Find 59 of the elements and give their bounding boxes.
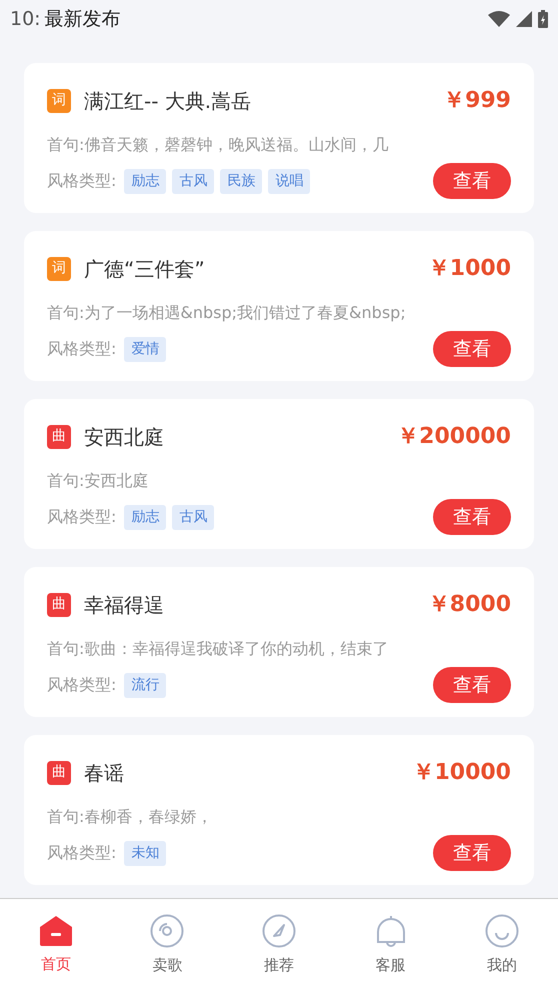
style-label: 风格类型: [47, 506, 116, 528]
price: ￥8000 [428, 591, 511, 619]
view-button[interactable]: 查看 [433, 499, 511, 535]
price: ￥999 [443, 87, 511, 115]
song-card[interactable]: 词 满江红-- 大典.嵩岳 ￥999 首句:佛音天籁，磬磬钟，晚风送福。山水间，几 风格类型: 励志 古风 民族 说唱 查看 [24, 63, 534, 213]
status-time: 10: [10, 6, 41, 32]
style-tag: 流行 [124, 672, 166, 698]
song-card[interactable]: 曲 春谣 ￥10000 首句:春柳香，春绿娇， 风格类型: 未知 查看 [24, 735, 534, 885]
type-badge: 曲 [47, 592, 71, 616]
battery-icon [538, 10, 548, 28]
style-tag: 励志 [124, 504, 166, 530]
type-badge: 曲 [47, 424, 71, 448]
style-label: 风格类型: [47, 842, 116, 864]
tab-item[interactable]: 客服 [334, 914, 446, 977]
price: ￥200000 [397, 423, 511, 451]
bell-icon [374, 914, 407, 948]
first-line-text: 首句:歌曲：幸福得逞我破译了你的动机，结束了 [47, 638, 390, 660]
song-title: 广德“三件套” [84, 256, 205, 282]
tab-item[interactable]: 卖歌 [112, 914, 224, 977]
wifi-icon [488, 11, 510, 27]
style-tag: 古风 [172, 504, 214, 530]
style-label: 风格类型: [47, 674, 116, 696]
view-button[interactable]: 查看 [433, 835, 511, 871]
home-icon [38, 915, 73, 948]
price: ￥10000 [412, 759, 511, 787]
song-title: 满江红-- 大典.嵩岳 [84, 88, 252, 114]
price: ￥1000 [428, 255, 511, 283]
style-tag: 说唱 [268, 168, 310, 194]
tab-item[interactable]: 推荐 [223, 914, 335, 977]
song-title: 幸福得逞 [84, 592, 164, 618]
style-tag: 古风 [172, 168, 214, 194]
song-card[interactable]: 曲 幸福得逞 ￥8000 首句:歌曲：幸福得逞我破译了你的动机，结束了 风格类型: 流行 查看 [24, 567, 534, 717]
first-line-text: 首句:安西北庭 [47, 470, 150, 492]
song-title: 安西北庭 [84, 424, 164, 450]
type-badge: 曲 [47, 760, 71, 784]
first-line-text: 首句:佛音天籁，磬磬钟，晚风送福。山水间，几 [47, 134, 390, 156]
tab-item[interactable]: 首页 [0, 915, 112, 976]
song-card[interactable]: 曲 安西北庭 ￥200000 首句:安西北庭 风格类型: 励志 古风 查看 [24, 399, 534, 549]
view-button[interactable]: 查看 [433, 331, 511, 367]
song-title: 春谣 [84, 760, 124, 786]
page-title: 最新发布 [44, 6, 121, 32]
smile-icon [485, 914, 520, 948]
style-tag: 民族 [220, 168, 262, 194]
tab-item[interactable]: 我的 [446, 914, 558, 977]
style-label: 风格类型: [47, 338, 116, 360]
disc-icon [150, 914, 184, 948]
style-tag: 未知 [124, 840, 166, 866]
view-button[interactable]: 查看 [433, 163, 511, 199]
view-button[interactable]: 查看 [433, 667, 511, 703]
first-line-text: 首句:春柳香，春绿娇， [47, 806, 214, 828]
style-tag: 爱情 [124, 336, 166, 362]
type-badge: 词 [47, 256, 71, 280]
style-label: 风格类型: [47, 170, 116, 192]
song-card[interactable]: 词 广德“三件套” ￥1000 首句:为了一场相遇&nbsp;我们错过了春夏&nbsp; 风格类型: 爱情 查看 [24, 231, 534, 381]
type-badge: 词 [47, 88, 71, 112]
compass-icon [262, 914, 296, 948]
style-tag: 励志 [124, 168, 166, 194]
signal-icon [516, 11, 532, 27]
first-line-text: 首句:为了一场相遇&nbsp;我们错过了春夏&nbsp; [47, 302, 407, 324]
